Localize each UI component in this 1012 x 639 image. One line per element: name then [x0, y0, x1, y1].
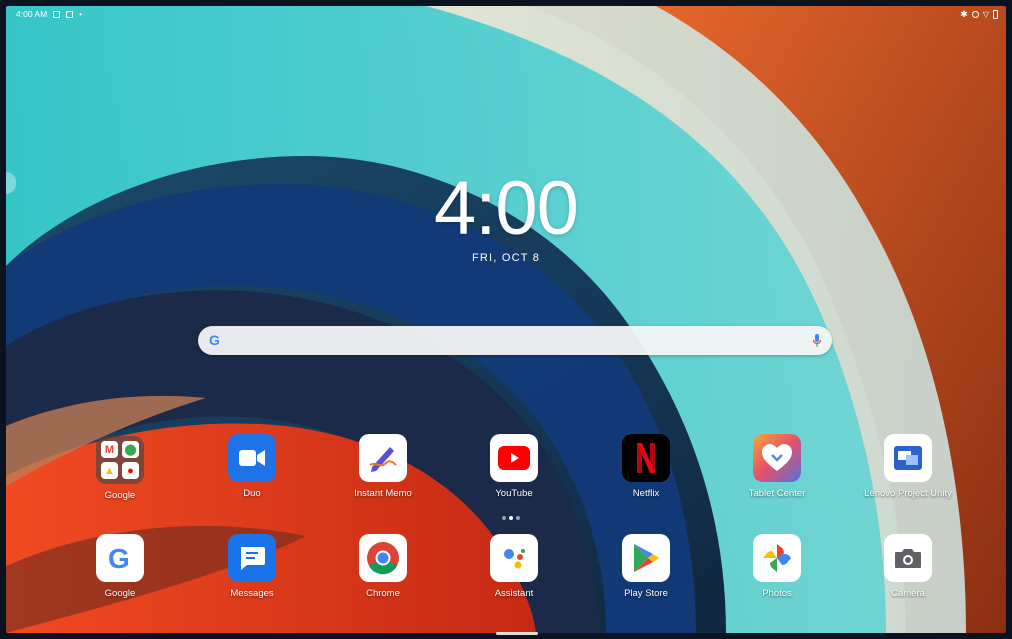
clock-widget-time[interactable]: 4:00 [0, 165, 1012, 252]
app-label: Netflix [632, 488, 660, 499]
notification-icon-2 [66, 10, 74, 18]
youtube-music-icon: ● [122, 462, 139, 479]
dock-app-play-store[interactable]: Play Store [591, 534, 701, 599]
app-duo[interactable]: Duo [197, 434, 307, 499]
app-instant-memo[interactable]: Instant Memo [328, 434, 438, 499]
app-netflix[interactable]: Netflix [591, 434, 701, 499]
svg-text:G: G [108, 543, 130, 573]
app-youtube[interactable]: YouTube [459, 434, 569, 499]
dock-app-photos[interactable]: Photos [722, 534, 832, 599]
page-dot-current [509, 516, 513, 520]
gmail-icon: M [101, 441, 118, 458]
svg-text:G: G [209, 332, 220, 348]
app-label: Chrome [366, 588, 400, 599]
page-dot [516, 516, 520, 520]
lenovo-project-unity-icon [884, 434, 932, 482]
google-icon: G [96, 534, 144, 582]
play-store-icon [622, 534, 670, 582]
tablet-center-icon [753, 434, 801, 482]
app-label: Tablet Center [748, 488, 806, 499]
google-search-bar[interactable]: G [198, 326, 832, 355]
battery-icon [993, 10, 998, 19]
instant-memo-icon [359, 434, 407, 482]
dot-icon: • [79, 9, 82, 19]
app-label: Camera [891, 588, 925, 599]
netflix-icon [622, 434, 670, 482]
youtube-icon [490, 434, 538, 482]
google-g-icon: G [209, 332, 220, 348]
dock-app-chrome[interactable]: Chrome [328, 534, 438, 599]
app-label: Messages [230, 588, 274, 599]
status-bar: 4:00 AM • ✱ ▽ [6, 6, 1006, 22]
duo-icon [228, 434, 276, 482]
photos-icon [753, 534, 801, 582]
app-label: Photos [762, 588, 792, 599]
dnd-icon [971, 11, 979, 18]
page-indicator[interactable] [502, 516, 520, 520]
gesture-nav-handle[interactable] [496, 632, 538, 635]
app-label: Play Store [624, 588, 668, 599]
assistant-icon [490, 534, 538, 582]
dock-app-google[interactable]: G Google [65, 534, 175, 599]
app-lenovo-project-unity[interactable]: Lenovo Project Unity [853, 434, 963, 499]
bluetooth-icon: ✱ [960, 9, 968, 19]
wifi-icon: ▽ [982, 10, 989, 19]
drive-icon: ▲ [101, 462, 118, 479]
app-label: Assistant [494, 588, 534, 599]
dock-app-assistant[interactable]: Assistant [459, 534, 569, 599]
app-label: YouTube [495, 488, 533, 499]
app-label: Instant Memo [354, 488, 412, 499]
app-tablet-center[interactable]: Tablet Center [722, 434, 832, 499]
camera-icon [884, 534, 932, 582]
app-label: Duo [243, 488, 261, 499]
mic-icon[interactable] [812, 333, 822, 349]
maps-icon: ⬤ [122, 441, 139, 458]
messages-icon [228, 534, 276, 582]
dock-app-messages[interactable]: Messages [197, 534, 307, 599]
app-label: Google [104, 490, 136, 501]
notification-icon-1 [53, 10, 61, 18]
google-folder-icon: M ⬤ ▲ ● [96, 436, 144, 484]
status-time: 4:00 AM [16, 9, 48, 19]
app-google-folder[interactable]: M ⬤ ▲ ● Google [65, 436, 175, 501]
app-label: Google [104, 588, 136, 599]
clock-widget-date[interactable]: FRI, OCT 8 [0, 252, 1012, 264]
page-dot [502, 516, 506, 520]
dock-app-camera[interactable]: Camera [853, 534, 963, 599]
app-label: Lenovo Project Unity [864, 488, 952, 499]
chrome-icon [359, 534, 407, 582]
